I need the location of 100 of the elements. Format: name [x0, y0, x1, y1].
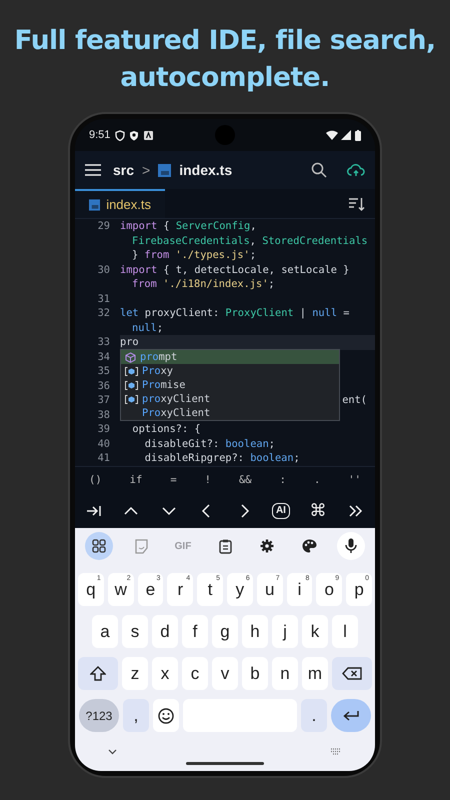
line-number: 34: [96, 350, 111, 364]
symbol-key[interactable]: !: [198, 470, 217, 490]
emoji-key[interactable]: [153, 699, 179, 732]
line-number: 32: [96, 306, 111, 321]
variable-icon: [125, 380, 138, 390]
numbers-key[interactable]: ?123: [79, 699, 119, 732]
enter-key[interactable]: [331, 699, 371, 732]
breadcrumb-separator: >: [142, 160, 150, 180]
code-text: disableRipgrep?: boolean;: [144, 452, 300, 464]
code-text: options?: {: [131, 423, 201, 435]
line-number: 31: [96, 292, 111, 306]
settings-icon: [260, 539, 274, 553]
symbol-key[interactable]: if: [124, 470, 148, 490]
letter-key[interactable]: l: [332, 615, 358, 648]
letter-key[interactable]: k: [302, 615, 328, 648]
letter-key[interactable]: v: [212, 657, 238, 690]
battery-icon: [355, 130, 361, 140]
symbol-key[interactable]: :: [274, 470, 292, 490]
menu-icon[interactable]: [85, 164, 101, 176]
punctuation-key[interactable]: ,: [123, 699, 149, 732]
line-number: 39: [96, 422, 111, 436]
wifi-icon: [326, 130, 338, 140]
cube-icon: [125, 352, 136, 362]
keyboard-icon[interactable]: [330, 748, 342, 755]
variable-icon: [125, 366, 138, 376]
symbol-key[interactable]: (): [83, 470, 108, 490]
suggestion-item[interactable]: proxyClient: [121, 392, 339, 406]
signal-icon: [341, 130, 351, 140]
shift-icon: [90, 666, 106, 681]
tab-key-icon[interactable]: [86, 504, 102, 518]
code-text: disableGit?: boolean;: [144, 438, 275, 450]
hide-keyboard-icon[interactable]: [108, 748, 117, 754]
enter-icon: [343, 710, 359, 721]
line-number: 38: [96, 408, 111, 422]
punctuation-key[interactable]: .: [301, 699, 327, 732]
palette-icon: [302, 539, 316, 553]
symbol-key[interactable]: =: [164, 470, 183, 490]
backspace-key[interactable]: [332, 657, 372, 690]
letter-key[interactable]: n: [272, 657, 298, 690]
variable-icon: [125, 394, 138, 404]
clock: 9:51: [89, 128, 110, 143]
letter-key[interactable]: j: [272, 615, 298, 648]
sort-icon[interactable]: [349, 196, 365, 210]
line-number: 29: [96, 219, 111, 234]
letter-key[interactable]: a: [92, 615, 118, 648]
line-number: 37: [96, 393, 111, 408]
shield-icon: [129, 130, 140, 140]
breadcrumb-folder[interactable]: src: [113, 160, 134, 180]
letter-key[interactable]: b: [242, 657, 268, 690]
suggestion-item[interactable]: prompt: [121, 350, 339, 364]
app-icon: [144, 130, 154, 140]
code-text: null;: [132, 322, 164, 334]
line-number: 41: [96, 451, 111, 466]
symbol-key[interactable]: &&: [232, 470, 258, 490]
shield-icon: [115, 130, 126, 140]
cloud-sync-icon[interactable]: [347, 163, 365, 177]
file-tab[interactable]: index.ts: [75, 189, 165, 218]
shift-key[interactable]: [78, 657, 118, 690]
command-key[interactable]: ⌘: [308, 501, 329, 521]
search-icon[interactable]: [311, 162, 327, 178]
double-chevron-icon[interactable]: [348, 504, 364, 518]
letter-key[interactable]: h: [242, 615, 268, 648]
apps-icon: [92, 539, 106, 553]
ai-button[interactable]: AI: [272, 503, 290, 519]
backspace-icon: [342, 667, 362, 680]
letter-key[interactable]: d: [152, 615, 178, 648]
code-text: ent(: [342, 394, 367, 406]
line-number: 35: [96, 364, 111, 378]
code-text: FirebaseCredentials, StoredCredentials: [132, 234, 368, 246]
headline: Full featured IDE, file search, autocomplete.: [13, 24, 437, 95]
letter-key[interactable]: z: [122, 657, 148, 690]
toolbar-button[interactable]: [85, 532, 113, 560]
code-text: } from './types.js';: [132, 249, 256, 261]
microphone-icon: [345, 538, 357, 554]
breadcrumb-file[interactable]: index.ts: [179, 160, 232, 180]
letter-key[interactable]: m: [302, 657, 328, 690]
line-number: 30: [96, 262, 111, 278]
letter-key[interactable]: c: [182, 657, 208, 690]
letter-key[interactable]: s: [122, 615, 148, 648]
code-text: pro: [120, 336, 139, 348]
line-number: 40: [96, 436, 111, 451]
suggestion-item[interactable]: Promise: [121, 378, 339, 392]
suggestion-item[interactable]: ProxyClient: [121, 406, 339, 420]
suggestion-item[interactable]: Proxy: [121, 364, 339, 378]
code-text: import { ServerConfig,: [120, 220, 256, 232]
code-text: import { t, detectLocale, setLocale }: [120, 264, 350, 276]
smiley-icon: [158, 708, 174, 724]
code-text: let proxyClient: ProxyClient | null =: [120, 307, 350, 319]
toolbar-button[interactable]: [337, 532, 365, 560]
symbol-key[interactable]: .: [308, 470, 326, 490]
typescript-file-icon: [158, 164, 172, 176]
code-text: from './i18n/index.js';: [132, 278, 275, 290]
typescript-file-icon: [89, 198, 100, 210]
letter-key[interactable]: x: [152, 657, 178, 690]
line-number: 33: [96, 335, 111, 350]
sticker-icon: [134, 538, 148, 554]
clipboard-icon: [218, 538, 232, 554]
symbol-key[interactable]: '': [342, 470, 367, 490]
letter-key[interactable]: f: [182, 615, 208, 648]
letter-key[interactable]: g: [212, 615, 238, 648]
